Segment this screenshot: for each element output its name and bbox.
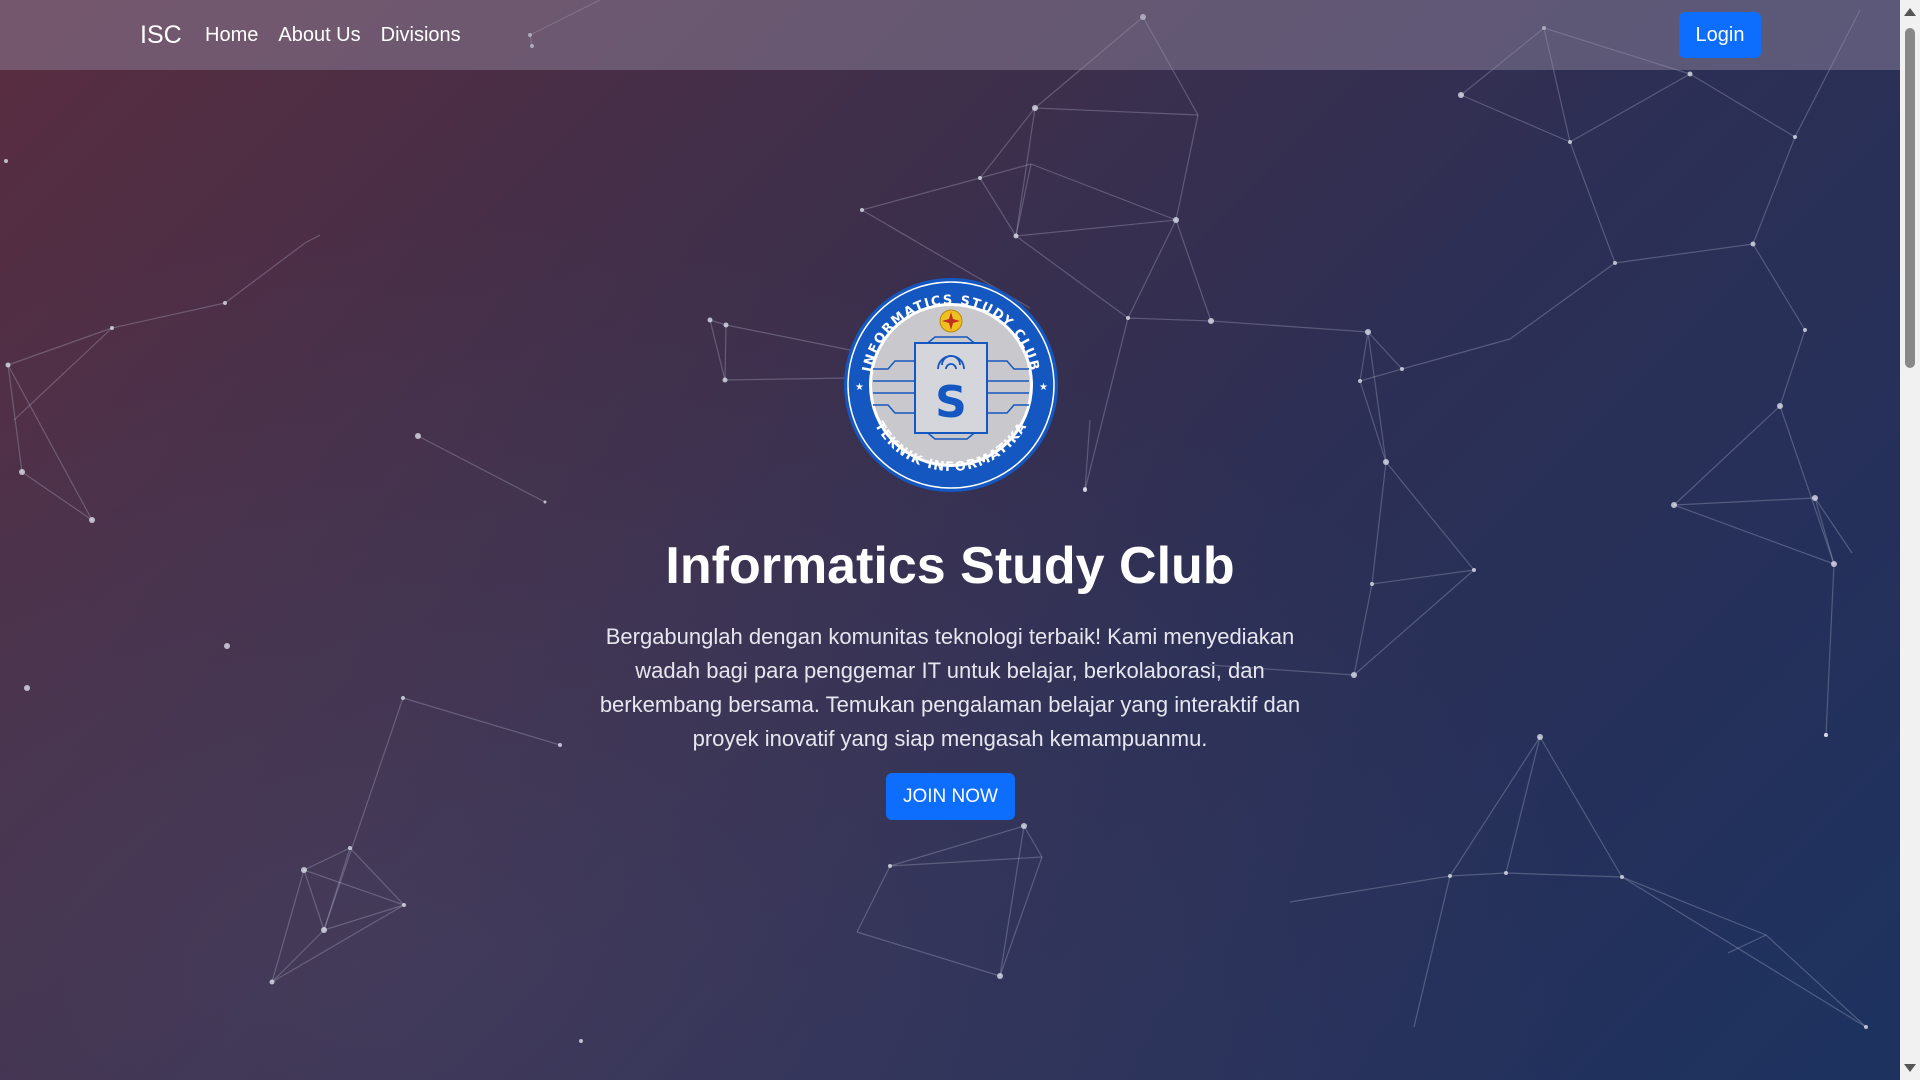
join-now-button[interactable]: JOIN NOW — [886, 773, 1015, 820]
hero-section: INFORMATICS STUDY CLUB TEKNIK INFORMATIK… — [0, 0, 1900, 1080]
logo-s-letter-icon: S — [935, 377, 967, 428]
vertical-scrollbar[interactable] — [1900, 0, 1920, 1080]
scrollbar-thumb[interactable] — [1905, 28, 1915, 368]
scroll-down-arrow-icon[interactable] — [1904, 1064, 1916, 1072]
logo-emblem-icon — [939, 309, 963, 333]
scroll-up-arrow-icon[interactable] — [1904, 8, 1916, 16]
club-logo: INFORMATICS STUDY CLUB TEKNIK INFORMATIK… — [844, 278, 1058, 492]
logo-star-left-icon: ★ — [855, 382, 864, 393]
hero-title: Informatics Study Club — [665, 537, 1235, 595]
hero-description: Bergabunglah dengan komunitas teknologi … — [599, 624, 1301, 751]
logo-star-right-icon: ★ — [1039, 382, 1048, 393]
